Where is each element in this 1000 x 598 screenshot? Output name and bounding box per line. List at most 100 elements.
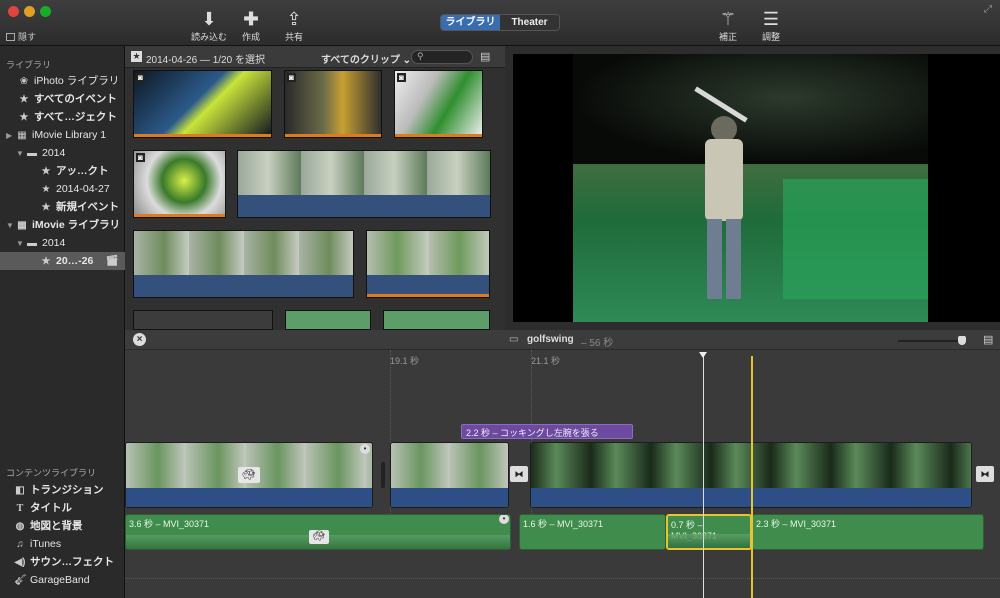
video-clip-thumbnail[interactable] [237,150,491,218]
video-clip-thumbnail[interactable] [285,310,371,330]
clip-menu-icon[interactable]: • [499,515,509,524]
star-event-icon: ★ [41,202,51,213]
clip-menu-icon[interactable]: • [360,444,370,454]
timeline-audio-clip[interactable]: 2.3 秒 – MVI_30371 [752,514,984,550]
adjust-button[interactable]: ☰ 調整 [751,8,791,43]
star-project-icon: ★ [19,112,29,123]
sidebar-item-2014-b[interactable]: ▼ ▬ 2014 [0,234,125,252]
star-event-icon: ★ [41,184,51,195]
transition-icon: ◧ [15,485,25,496]
content-item-titles[interactable]: T タイトル [0,499,125,517]
timeline-video-clip[interactable]: 🐢︎ • [125,442,373,508]
camera-icon: ◙ [136,73,145,82]
close-project-icon[interactable]: × [133,333,146,346]
disclosure-triangle-icon[interactable]: ▼ [16,235,26,253]
slow-motion-turtle-icon[interactable]: 🐢︎ [238,467,260,483]
project-duration: – 56 秒 [581,338,614,349]
video-clip-thumbnail[interactable] [383,310,490,330]
star-event-icon: ★ [41,256,51,267]
tab-library[interactable]: ライブラリ [441,15,500,30]
trim-handle[interactable] [381,462,385,488]
zoom-slider[interactable] [898,336,966,345]
clip-filter-dropdown[interactable]: すべてのクリップ ⌄ [321,51,411,66]
download-arrow-icon: ⬇ [201,9,217,29]
library-sidebar: ライブラリ ❀ iPhoto ライブラリ ★ すべてのイベント ★ すべて…ジェクト … [0,46,125,598]
sidebar-item-all-projects[interactable]: ★ すべて…ジェクト [0,108,125,126]
sidebar-item-iphoto[interactable]: ❀ iPhoto ライブラリ [0,72,125,90]
audio-waveform [238,195,490,217]
selection-info: 2014-04-26 — 1/20 を選択 [146,55,265,66]
timeline-audio-clip[interactable]: 1.6 秒 – MVI_30371 [519,514,666,550]
fullscreen-icon[interactable]: ⤢ [984,4,992,15]
magic-wand-icon: ⚚ [719,9,737,29]
sliders-icon: ☰ [762,9,780,29]
audio-waveform [391,488,508,507]
share-icon: ⇪ [286,9,302,29]
title-clip[interactable]: 2.2 秒 – コッキングし左腕を張る [461,424,633,439]
sidebar-item-imovie-library[interactable]: ▼ ▦ iMovie ライブラリ [0,216,125,234]
transition-icon[interactable]: ⧓ [976,466,994,482]
star-event-icon: ★ [131,51,142,62]
globe-icon: ◍ [15,521,25,532]
slow-motion-turtle-icon[interactable]: 🐢︎ [309,530,329,544]
timeline-audio-clip[interactable]: 3.6 秒 – MVI_30371 🐢︎ • [125,514,511,550]
photo-thumbnail[interactable]: ◙ [133,150,226,218]
create-button[interactable]: ✚ 作成 [231,8,271,43]
video-clip-thumbnail[interactable] [366,230,490,298]
transition-icon[interactable]: ⧓ [510,466,528,482]
content-item-maps[interactable]: ◍ 地図と背景 [0,517,125,535]
timeline-video-clip[interactable] [390,442,509,508]
libraries-header: ライブラリ [6,60,52,70]
filmstrip-settings-icon[interactable]: ▤ [480,50,490,63]
share-button[interactable]: ⇪ 共有 [274,8,314,43]
sidebar-item-imovie-library-1[interactable]: ▶ ▦ iMovie Library 1 [0,126,125,144]
star-event-icon: ★ [41,166,51,177]
star-event-icon: ★ [19,94,29,105]
clapper-icon: 🎬︎ [105,255,119,267]
import-button[interactable]: ⬇ 読み込む [189,8,229,43]
zoom-slider-knob[interactable] [958,336,966,345]
filmstrip-icon: ▭ [509,334,519,345]
sidebar-item-2014-a[interactable]: ▼ ▬ 2014 [0,144,125,162]
timeline-empty-track [125,578,1000,579]
video-clip-thumbnail[interactable] [133,230,354,298]
timeline-settings-icon[interactable]: ▤ [983,333,993,346]
folder-icon: ▬ [27,148,37,159]
content-item-garageband[interactable]: 🎸︎ GarageBand [0,571,125,589]
video-clip-thumbnail[interactable] [133,310,273,330]
skimmer [751,356,753,598]
photo-thumbnail[interactable]: ◙ [394,70,483,138]
camera-icon: ◙ [287,73,296,82]
enhance-button[interactable]: ⚚ 補正 [708,8,748,43]
viewer [505,46,1000,330]
timeline-audio-clip-selected[interactable]: 0.7 秒 – MVI_30371 [666,514,752,550]
hide-libraries-button[interactable]: 隠す [6,30,36,43]
playhead-marker[interactable] [699,352,707,358]
photo-thumbnail[interactable]: ◙ [133,70,272,138]
sidebar-item-new-event[interactable]: ★ 新規イベント [0,198,125,216]
timeline-header: × ▭ golfswing – 56 秒 ▤ [125,330,1000,350]
sidebar-item-event-2014-04-27[interactable]: ★ 2014-04-27 [0,180,125,198]
sidebar-item-all-events[interactable]: ★ すべてのイベント [0,90,125,108]
browser-toolbar: ★ 2014-04-26 — 1/20 を選択 すべてのクリップ ⌄ ⚲ ▤ [125,46,505,68]
search-input[interactable]: ⚲ [411,50,473,64]
playhead[interactable] [703,352,704,598]
timeline: × ▭ golfswing – 56 秒 ▤ 19.1 秒 21.1 秒 2.2… [125,330,1000,598]
sidebar-item-event-2014-04-26[interactable]: ★ 20…-26 🎬︎ [0,252,125,270]
disclosure-triangle-icon[interactable]: ▼ [6,217,16,235]
close-window-button[interactable] [8,6,19,17]
content-item-sound-effects[interactable]: ◀) サウン…フェクト [0,553,125,571]
sidebar-item-event-a[interactable]: ★ アッ…クト [0,162,125,180]
photo-thumbnail[interactable]: ◙ [284,70,382,138]
disclosure-triangle-icon[interactable]: ▼ [16,145,26,163]
tab-theater[interactable]: Theater [500,15,559,30]
zoom-window-button[interactable] [40,6,51,17]
video-preview[interactable] [513,54,1000,322]
minimize-window-button[interactable] [24,6,35,17]
speaker-icon: ◀) [14,557,26,568]
content-library-header: コンテンツライブラリ [6,468,97,478]
disclosure-triangle-icon[interactable]: ▶ [6,127,16,145]
content-item-itunes[interactable]: ♫ iTunes [0,535,125,553]
audio-waveform [126,488,372,507]
content-item-transitions[interactable]: ◧ トランジション [0,481,125,499]
